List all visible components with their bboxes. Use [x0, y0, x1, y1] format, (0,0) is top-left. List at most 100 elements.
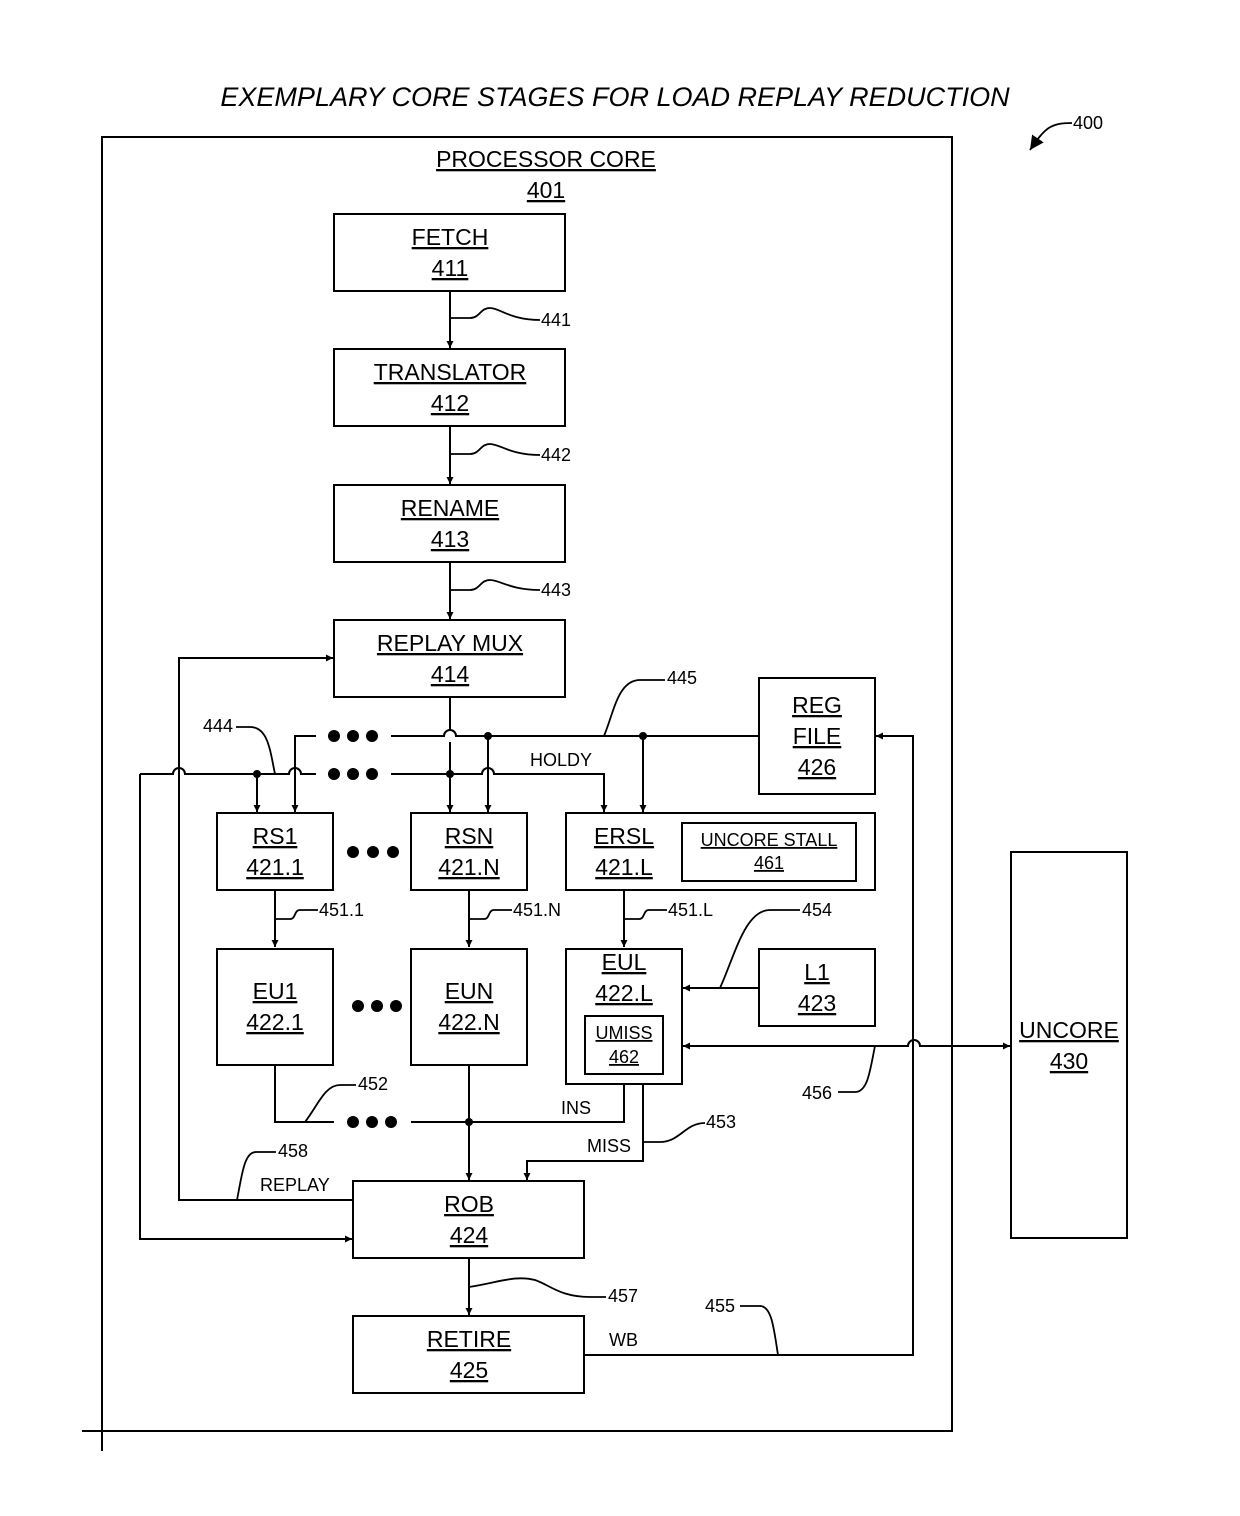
wire-452-ins	[411, 1084, 625, 1123]
rsn-ref: 421.N	[438, 854, 499, 880]
reg-file-ref: 426	[798, 754, 836, 780]
junction	[639, 732, 647, 740]
eu1-block: EU1 422.1	[216, 948, 334, 1066]
signal-wb: WB	[609, 1330, 638, 1350]
l1-block: L1 423	[758, 948, 876, 1027]
ref-442: 442	[541, 445, 571, 465]
ref-453: 453	[706, 1112, 736, 1132]
rsn-label: RSN	[445, 823, 494, 849]
ref-456: 456	[802, 1083, 832, 1103]
leader-456	[838, 1045, 876, 1093]
leader-443	[450, 579, 541, 591]
leader-457	[468, 1277, 606, 1298]
fetch-ref: 411	[432, 255, 469, 281]
eu1-label: EU1	[253, 978, 298, 1004]
leader-452	[304, 1084, 356, 1123]
uncore-stall-label: UNCORE STALL	[701, 830, 838, 850]
reg-file-block: REG FILE 426	[758, 677, 876, 795]
eun-ref: 422.N	[438, 1009, 499, 1035]
umiss-label: UMISS	[595, 1023, 652, 1043]
leader-441	[450, 307, 541, 321]
retire-block: RETIRE 425	[352, 1315, 585, 1394]
ellipsis-eu	[352, 1000, 402, 1012]
eul-ref: 422.L	[595, 980, 653, 1006]
ersl-block: ERSL 421.L UNCORE STALL 461	[565, 812, 876, 891]
replay-mux-label: REPLAY MUX	[377, 630, 523, 656]
retire-ref: 425	[450, 1357, 488, 1383]
signal-holdy: HOLDY	[530, 750, 592, 770]
leader-444	[236, 726, 276, 775]
translator-ref: 412	[431, 390, 469, 416]
leader-455	[740, 1305, 779, 1356]
junction	[484, 732, 492, 740]
replay-mux-block: REPLAY MUX 414	[333, 619, 566, 698]
rs1-label: RS1	[253, 823, 298, 849]
ref-451-n: 451.N	[513, 900, 561, 920]
rename-label: RENAME	[401, 495, 499, 521]
leader-445	[603, 679, 665, 737]
ref-457: 457	[608, 1286, 638, 1306]
processor-core-label: PROCESSOR CORE	[436, 146, 656, 172]
rob-block: ROB 424	[352, 1180, 585, 1259]
leader-451-n	[469, 909, 512, 920]
ellipsis-lower	[328, 768, 378, 780]
figure-ref: 400	[1073, 113, 1103, 133]
leader-451-1	[275, 909, 318, 920]
signal-ins: INS	[561, 1098, 591, 1118]
bus-445	[391, 729, 759, 737]
uncore-block: UNCORE 430	[1010, 851, 1128, 1239]
rename-ref: 413	[431, 526, 469, 552]
ref-444: 444	[203, 716, 233, 736]
ref-451-l: 451.L	[668, 900, 713, 920]
ref-455: 455	[705, 1296, 735, 1316]
translator-label: TRANSLATOR	[374, 359, 527, 385]
rs1-ref: 421.1	[246, 854, 304, 880]
reg-file-label-1: REG	[792, 692, 842, 718]
junction	[446, 770, 454, 778]
rename-block: RENAME 413	[333, 484, 566, 563]
fetch-label: FETCH	[412, 224, 489, 250]
eu1-ref: 422.1	[246, 1009, 304, 1035]
ref-451-1: 451.1	[319, 900, 364, 920]
ref-452: 452	[358, 1074, 388, 1094]
ref-441: 441	[541, 310, 571, 330]
uncore-label: UNCORE	[1019, 1017, 1119, 1043]
junction	[253, 770, 261, 778]
wire-456	[683, 1039, 1010, 1050]
leader-442	[450, 443, 541, 456]
load-replay-diagram: EXEMPLARY CORE STAGES FOR LOAD REPLAY RE…	[82, 82, 1128, 1451]
figure-title: EXEMPLARY CORE STAGES FOR LOAD REPLAY RE…	[220, 82, 1010, 112]
eul-label: EUL	[602, 949, 647, 975]
signal-replay: REPLAY	[260, 1175, 330, 1195]
retire-label: RETIRE	[427, 1326, 511, 1352]
l1-label: L1	[804, 959, 830, 985]
bus-444-left	[140, 767, 316, 775]
rob-label: ROB	[444, 1191, 494, 1217]
rob-ref: 424	[450, 1222, 489, 1248]
replay-mux-ref: 414	[431, 661, 470, 687]
l1-ref: 423	[798, 990, 836, 1016]
ref-445: 445	[667, 668, 697, 688]
leader-453	[643, 1122, 706, 1143]
uncore-ref: 430	[1050, 1048, 1088, 1074]
eul-block: EUL 422.L UMISS 462	[565, 948, 683, 1085]
ellipsis-rs	[347, 846, 399, 858]
ersl-label: ERSL	[594, 823, 654, 849]
figure-ref-arrow	[1029, 122, 1073, 151]
uncore-stall-ref: 461	[754, 853, 784, 873]
leader-451-l	[624, 909, 667, 920]
ref-443: 443	[541, 580, 571, 600]
fetch-block: FETCH 411	[333, 213, 566, 292]
ref-454: 454	[802, 900, 832, 920]
bus-444-right	[391, 767, 608, 812]
ellipsis-upper	[328, 730, 378, 742]
eun-block: EUN 422.N	[410, 948, 528, 1066]
junction	[465, 1118, 473, 1126]
umiss-ref: 462	[609, 1047, 639, 1067]
reg-file-label-2: FILE	[793, 723, 842, 749]
eun-label: EUN	[445, 978, 494, 1004]
ersl-ref: 421.L	[595, 854, 653, 880]
translator-block: TRANSLATOR 412	[333, 348, 566, 427]
processor-core-ref: 401	[527, 177, 565, 203]
signal-miss: MISS	[587, 1136, 631, 1156]
